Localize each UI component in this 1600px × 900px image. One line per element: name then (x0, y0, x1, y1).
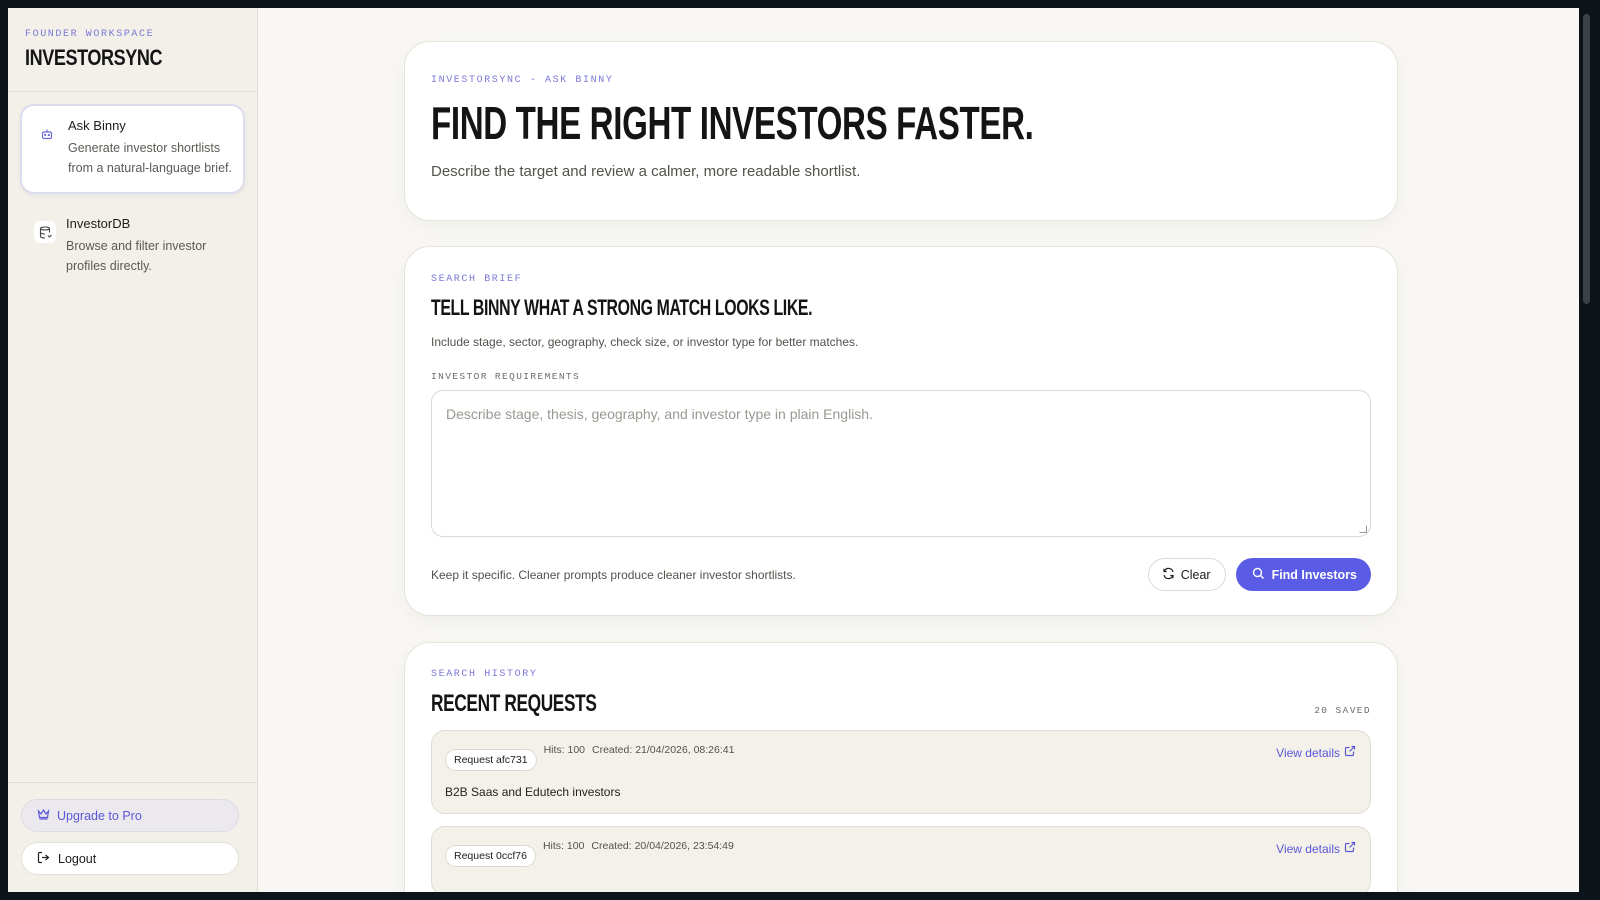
sidebar-item-desc: Generate investor shortlists from a natu… (68, 141, 232, 175)
view-details-link[interactable]: View details (1276, 841, 1356, 856)
hero-card: INVESTORSYNC - ASK BINNY FIND THE RIGHT … (404, 41, 1398, 221)
view-details-label: View details (1276, 745, 1340, 760)
request-id-badge: Request 0ccf76 (445, 845, 536, 867)
find-investors-label: Find Investors (1271, 567, 1357, 582)
brief-footer: Keep it specific. Cleaner prompts produc… (431, 558, 1371, 591)
brief-hint: Keep it specific. Cleaner prompts produc… (431, 567, 796, 582)
search-icon (1252, 567, 1265, 583)
request-hits: Hits: 100 (542, 840, 585, 852)
request-id-badge: Request afc731 (445, 749, 537, 771)
sidebar-item-desc: Browse and filter investor profiles dire… (66, 239, 207, 273)
external-link-icon (1344, 841, 1356, 856)
upgrade-label: Upgrade to Pro (57, 808, 142, 823)
requirements-placeholder: Describe stage, thesis, geography, and i… (446, 406, 873, 422)
request-created: Created: 20/04/2026, 23:54:49 (591, 840, 734, 852)
history-header: RECENT REQUESTS 20 SAVED (431, 680, 1371, 718)
bot-icon (36, 123, 58, 145)
request-item: Request 0ccf76 Hits: 100 Created: 20/04/… (431, 826, 1371, 892)
brief-title: TELL BINNY WHAT A STRONG MATCH LOOKS LIK… (431, 295, 813, 320)
brief-subtitle: Include stage, sector, geography, check … (431, 335, 859, 349)
hero-eyebrow: INVESTORSYNC - ASK BINNY (431, 75, 614, 86)
request-item: Request afc731 Hits: 100 Created: 21/04/… (431, 730, 1371, 814)
app-window: FOUNDER WORKSPACE INVESTORSYNC Ask Binny… (8, 8, 1579, 892)
scrollbar-thumb[interactable] (1583, 14, 1590, 304)
resize-handle[interactable] (1359, 525, 1367, 533)
request-created: Created: 21/04/2026, 08:26:41 (592, 744, 735, 756)
refresh-icon (1162, 567, 1175, 583)
brief-eyebrow: SEARCH BRIEF (431, 274, 523, 285)
brand: FOUNDER WORKSPACE INVESTORSYNC (8, 8, 257, 92)
database-icon (34, 221, 56, 243)
page-title: FIND THE RIGHT INVESTORS FASTER. (431, 97, 1034, 149)
brief-actions: Clear Find Investors (1147, 558, 1371, 591)
search-history-card: SEARCH HISTORY RECENT REQUESTS 20 SAVED … (404, 642, 1398, 892)
sidebar-footer: Upgrade to Pro Logout (8, 782, 257, 892)
request-meta: Request afc731 Hits: 100 Created: 21/04/… (445, 743, 1357, 771)
scrollbar[interactable] (1579, 8, 1600, 892)
request-meta: Request 0ccf76 Hits: 100 Created: 20/04/… (445, 839, 1357, 867)
logout-label: Logout (58, 851, 97, 866)
sidebar-item-investordb[interactable]: InvestorDB Browse and filter investor pr… (20, 204, 245, 290)
sidebar-item-label: Ask Binny (68, 118, 126, 133)
view-details-label: View details (1276, 841, 1340, 856)
upgrade-button[interactable]: Upgrade to Pro (21, 799, 239, 832)
hero-subtitle: Describe the target and review a calmer,… (431, 163, 861, 180)
saved-count: 20 SAVED (1314, 705, 1371, 716)
crown-icon (37, 808, 50, 823)
brand-title: INVESTORSYNC (25, 45, 163, 70)
sidebar: FOUNDER WORKSPACE INVESTORSYNC Ask Binny… (8, 8, 258, 892)
workspace-eyebrow: FOUNDER WORKSPACE (25, 29, 155, 40)
request-hits: Hits: 100 (543, 744, 585, 756)
find-investors-button[interactable]: Find Investors (1235, 558, 1371, 591)
request-text: B2B Saas and Edutech investors (445, 785, 621, 799)
main-content: INVESTORSYNC - ASK BINNY FIND THE RIGHT … (258, 8, 1579, 892)
clear-button[interactable]: Clear (1147, 558, 1226, 591)
search-brief-card: SEARCH BRIEF TELL BINNY WHAT A STRONG MA… (404, 246, 1398, 616)
history-eyebrow: SEARCH HISTORY (431, 669, 538, 680)
external-link-icon (1344, 745, 1356, 760)
logout-icon (37, 851, 50, 867)
requirements-label: INVESTOR REQUIREMENTS (431, 371, 581, 382)
history-title: RECENT REQUESTS (431, 690, 597, 717)
view-details-link[interactable]: View details (1276, 745, 1356, 760)
requirements-input[interactable]: Describe stage, thesis, geography, and i… (431, 390, 1371, 537)
sidebar-item-ask-binny[interactable]: Ask Binny Generate investor shortlists f… (20, 104, 245, 194)
sidebar-item-label: InvestorDB (66, 216, 131, 231)
logout-button[interactable]: Logout (21, 842, 239, 875)
clear-label: Clear (1180, 567, 1211, 582)
sidebar-nav: Ask Binny Generate investor shortlists f… (8, 92, 257, 312)
